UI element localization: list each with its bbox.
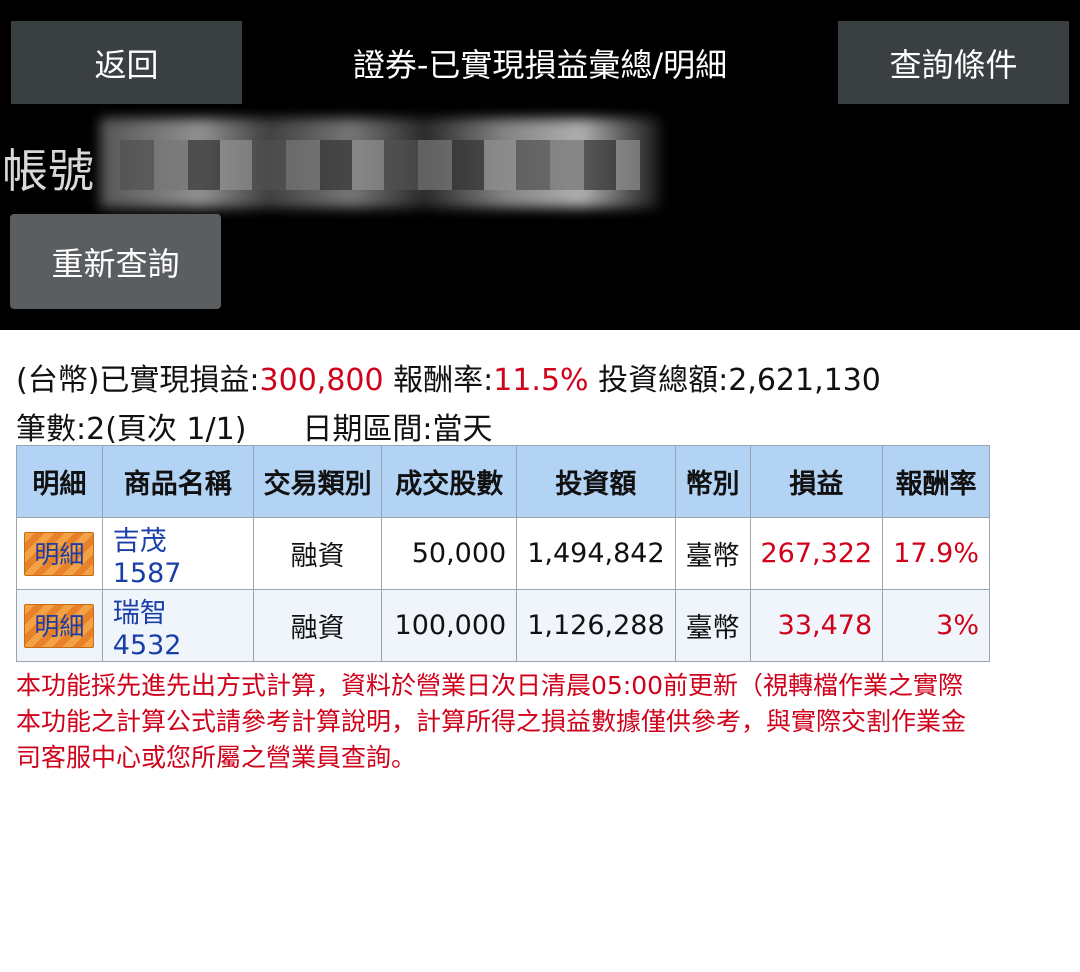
return-rate: 17.9% (882, 517, 990, 590)
header-trade-type: 交易類別 (252, 445, 383, 518)
trade-type: 融資 (252, 589, 383, 662)
currency: 臺幣 (674, 589, 751, 662)
note-line: 司客服中心或您所屬之營業員查詢。 (16, 743, 417, 772)
table-row: 明細 吉茂 1587 融資 50,000 1,494,842 臺幣 267,32… (16, 517, 990, 590)
return-rate: 3% (882, 589, 990, 662)
trade-type: 融資 (252, 517, 383, 590)
disclaimer-notes: 本功能採先進先出方式計算，資料於營業日次日清晨05:00前更新（視轉檔作業之實際… (16, 668, 1080, 776)
table-header-row: 明細 商品名稱 交易類別 成交股數 投資額 幣別 損益 報酬率 (16, 445, 990, 518)
header-detail: 明細 (16, 445, 103, 518)
shares: 50,000 (381, 517, 518, 590)
note-line: 本功能採先進先出方式計算，資料於營業日次日清晨05:00前更新（視轉檔作業之實際 (16, 671, 964, 700)
page-title: 證券-已實現損益彙總/明細 (352, 45, 728, 84)
realized-pl-value: 300,800 (259, 363, 384, 398)
query-conditions-button[interactable]: 查詢條件 (838, 21, 1069, 104)
header-profit-loss: 損益 (749, 445, 884, 518)
header-investment: 投資額 (516, 445, 676, 518)
header-product: 商品名稱 (101, 445, 254, 518)
back-button[interactable]: 返回 (11, 21, 242, 104)
account-label: 帳號 (2, 144, 94, 198)
record-count: 筆數:2(頁次 1/1) (16, 412, 247, 447)
summary-line: (台幣)已實現損益:300,800 報酬率:11.5% 投資總額:2,621,1… (16, 355, 881, 399)
investment: 1,494,842 (516, 517, 676, 590)
product-name[interactable]: 吉茂 1587 (101, 517, 254, 590)
return-rate-value: 11.5% (493, 363, 589, 398)
detail-button[interactable]: 明細 (24, 603, 95, 648)
total-investment: 投資總額:2,621,130 (588, 363, 881, 398)
account-number-pixelation (120, 140, 640, 190)
profit-loss: 33,478 (749, 589, 884, 662)
table-row: 明細 瑞智 4532 融資 100,000 1,126,288 臺幣 33,47… (16, 589, 990, 662)
currency-realized-label: (台幣)已實現損益: (16, 363, 260, 398)
detail-button[interactable]: 明細 (24, 531, 95, 576)
date-range: 日期區間:當天 (302, 412, 493, 447)
header-shares: 成交股數 (381, 445, 518, 518)
product-name[interactable]: 瑞智 4532 (101, 589, 254, 662)
requery-button[interactable]: 重新查詢 (10, 214, 221, 309)
realized-pl-table: 明細 商品名稱 交易類別 成交股數 投資額 幣別 損益 報酬率 明細 吉茂 15… (16, 445, 990, 662)
shares: 100,000 (381, 589, 518, 662)
note-line: 本功能之計算公式請參考計算說明，計算所得之損益數據僅供參考，與實際交割作業金 (16, 707, 967, 736)
detail-cell: 明細 (16, 589, 103, 662)
record-info-line: 筆數:2(頁次 1/1) 日期區間:當天 (16, 404, 493, 448)
header-return-rate: 報酬率 (882, 445, 990, 518)
header-currency: 幣別 (674, 445, 751, 518)
return-rate-label: 報酬率: (383, 363, 494, 398)
top-bar: 返回 證券-已實現損益彙總/明細 查詢條件 帳號 重新查詢 (0, 0, 1080, 330)
detail-cell: 明細 (16, 517, 103, 590)
investment: 1,126,288 (516, 589, 676, 662)
profit-loss: 267,322 (749, 517, 884, 590)
currency: 臺幣 (674, 517, 751, 590)
